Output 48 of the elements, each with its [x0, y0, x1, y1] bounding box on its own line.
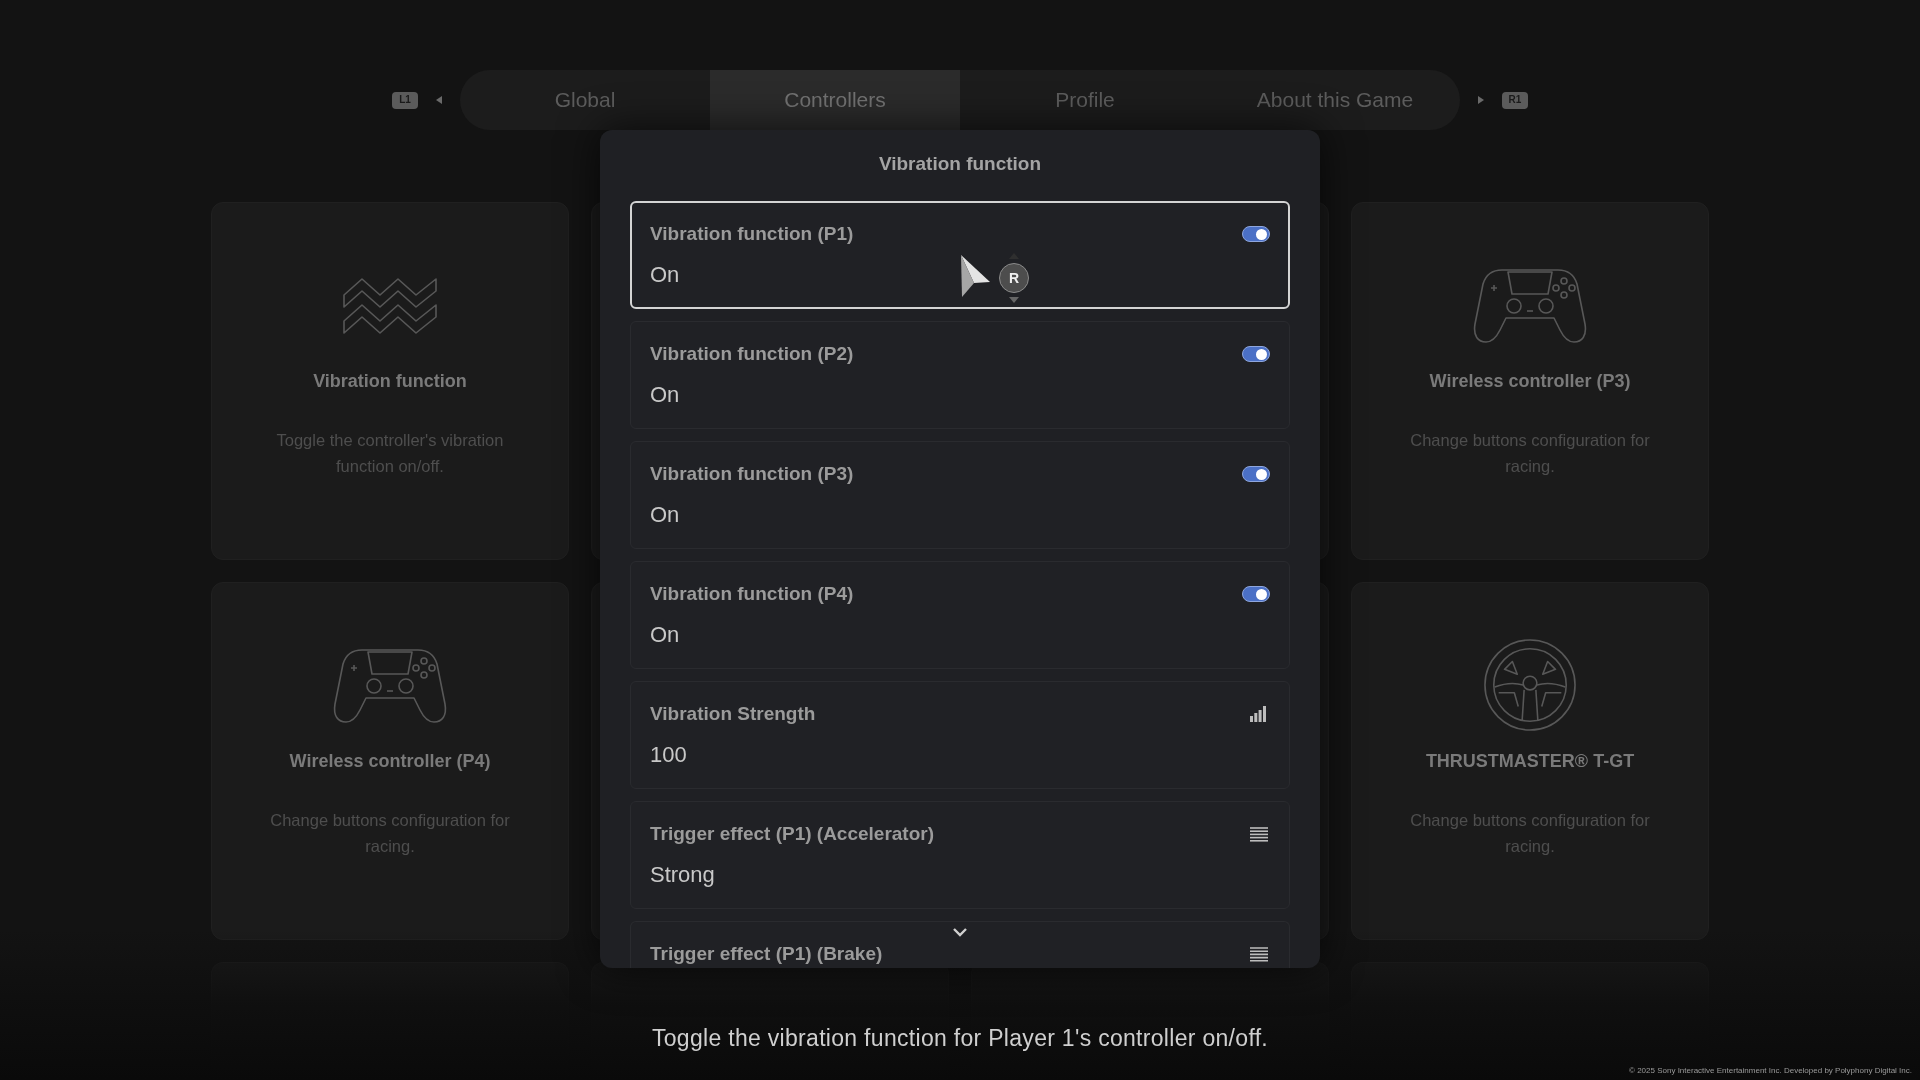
toggle-switch[interactable]	[1242, 226, 1270, 242]
setting-label: Vibration function (P2)	[650, 343, 854, 365]
steering-wheel-icon	[1483, 638, 1577, 732]
l1-button-badge: L1	[392, 91, 418, 109]
left-triangle-icon	[436, 96, 442, 104]
setting-value: 100	[650, 742, 687, 768]
setting-value: Strong	[650, 862, 715, 888]
setting-row[interactable]: Vibration function (P2) On	[630, 321, 1290, 429]
setting-row[interactable]: Vibration function (P3) On	[630, 441, 1290, 549]
tab[interactable]: Controllers	[710, 70, 960, 130]
toggle-switch[interactable]	[1242, 466, 1270, 482]
tab[interactable]: Profile	[960, 70, 1210, 130]
setting-value: On	[650, 262, 680, 288]
toggle-switch[interactable]	[1242, 346, 1270, 362]
tab[interactable]: About this Game	[1210, 70, 1460, 130]
waves-icon	[342, 275, 438, 335]
card-title: Wireless controller (P3)	[1429, 370, 1631, 393]
setting-row[interactable]: Trigger effect (P1) (Brake)	[630, 921, 1290, 968]
card-title: THRUSTMASTER® T-GT	[1425, 750, 1635, 773]
r1-button-badge: R1	[1502, 91, 1528, 109]
down-triangle-icon	[1009, 297, 1019, 303]
list-icon	[1250, 826, 1268, 842]
setting-row[interactable]: Vibration function (P4) On	[630, 561, 1290, 669]
setting-value: On	[650, 382, 680, 408]
chevron-down-icon	[952, 927, 968, 937]
setting-label: Vibration function (P1)	[650, 223, 854, 245]
setting-label: Vibration function (P4)	[650, 583, 854, 605]
list-icon	[1250, 946, 1268, 962]
help-text: Toggle the vibration function for Player 1's controller on/off.	[651, 1024, 1269, 1053]
setting-label: Vibration function (P3)	[650, 463, 854, 485]
signal-bars-icon	[1250, 706, 1266, 722]
toggle-switch[interactable]	[1242, 586, 1270, 602]
card-title: Wireless controller (P4)	[289, 750, 491, 773]
gamepad-icon	[332, 646, 448, 724]
setting-row[interactable]: Trigger effect (P1) (Accelerator) Strong	[630, 801, 1290, 909]
setting-label: Trigger effect (P1) (Brake)	[650, 943, 883, 965]
gamepad-icon	[1472, 266, 1588, 344]
dialog-title: Vibration function	[878, 152, 1042, 176]
setting-label: Trigger effect (P1) (Accelerator)	[650, 823, 935, 845]
copyright-text: © 2025 Sony Interactive Entertainment Inc. Developed by Polyphony Digital Inc.	[1629, 1066, 1912, 1076]
tab[interactable]: Global	[460, 70, 710, 130]
pointer-cursor-icon	[960, 255, 990, 298]
setting-label: Vibration Strength	[650, 703, 816, 725]
right-triangle-icon	[1478, 96, 1484, 104]
setting-value: On	[650, 622, 680, 648]
setting-row[interactable]: Vibration Strength 100	[630, 681, 1290, 789]
card-title: Vibration function	[313, 370, 467, 393]
setting-value: On	[650, 502, 680, 528]
